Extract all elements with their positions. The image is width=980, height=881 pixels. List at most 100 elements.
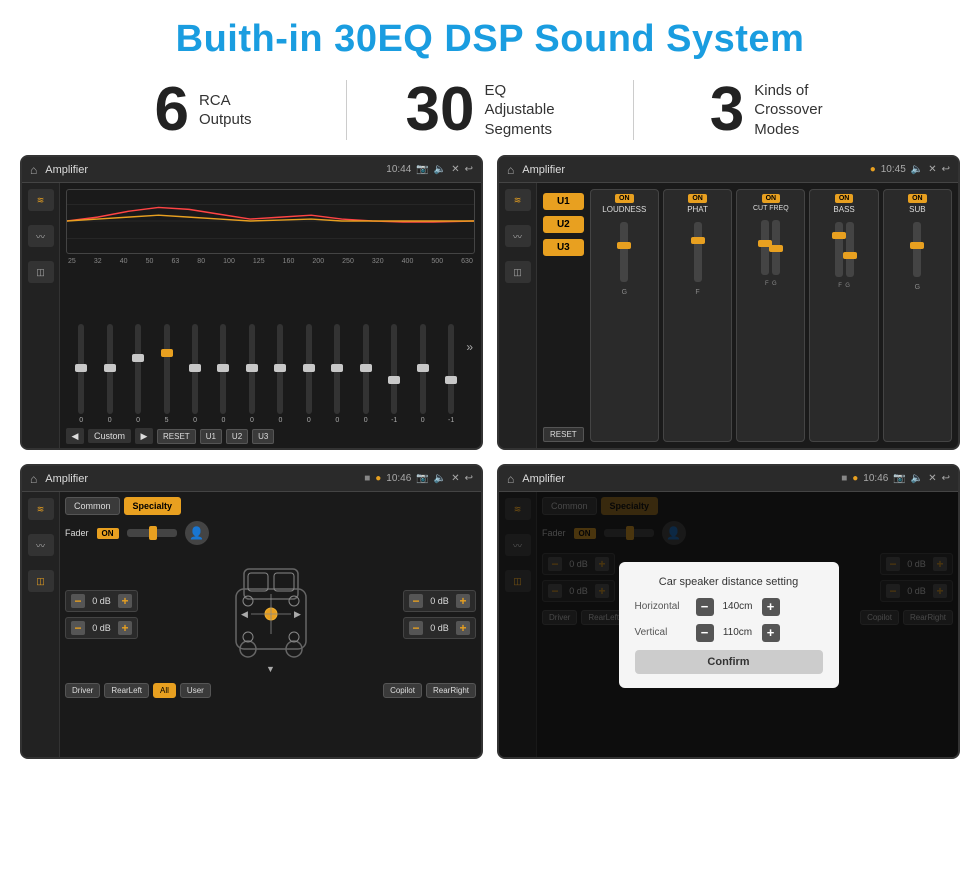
fader-wave-icon[interactable]: 〰 [28,534,54,556]
eq-reset-btn[interactable]: RESET [157,429,196,444]
u3-button[interactable]: U3 [543,239,584,256]
vertical-value: 110cm [718,627,758,638]
db-minus-2[interactable]: − [71,621,85,635]
fader-left-db: − 0 dB + − 0 dB + [65,549,138,679]
crossover-wave-icon[interactable]: 〰 [505,225,531,247]
fader-eq-icon[interactable]: ≋ [28,498,54,520]
eq-slider-5[interactable]: 0 [182,324,208,424]
eq-icon[interactable]: ≋ [28,189,54,211]
crossover-reset-btn[interactable]: RESET [543,427,584,442]
fader-on-badge: ON [97,528,119,539]
fader-copilot-btn[interactable]: Copilot [383,683,422,698]
eq-slider-12[interactable]: -1 [381,324,407,424]
eq-u3-btn[interactable]: U3 [252,429,274,444]
eq-slider-11[interactable]: 0 [353,324,379,424]
fader-rearleft-btn[interactable]: RearLeft [104,683,149,698]
fader-all-btn[interactable]: All [153,683,176,698]
fader-slider-h[interactable] [127,529,177,537]
fader-dot1: ■ [364,473,370,484]
eq-slider-3[interactable]: 0 [125,324,151,424]
vertical-plus-btn[interactable]: + [762,624,780,642]
eq-slider-2[interactable]: 0 [96,324,122,424]
crossover-speaker-icon[interactable]: ◫ [505,261,531,283]
freq-32: 32 [94,258,102,265]
u2-button[interactable]: U2 [543,216,584,233]
eq-prev-btn[interactable]: ◀ [66,428,84,444]
fader-tab-specialty[interactable]: Specialty [124,497,182,515]
bass-slider1[interactable] [835,222,843,277]
eq-slider-1[interactable]: 0 [68,324,94,424]
db-minus-4[interactable]: − [409,621,423,635]
eq-slider-14[interactable]: -1 [438,324,464,424]
db-minus-3[interactable]: − [409,594,423,608]
phat-slider1[interactable] [694,222,702,282]
fader-profile-icon[interactable]: 👤 [185,521,209,545]
eq-slider-13[interactable]: 0 [409,324,435,424]
eq-u1-btn[interactable]: U1 [200,429,222,444]
db-value-1: 0 dB [89,596,114,606]
bass-title: BASS [833,205,854,214]
dialog-camera: 📷 [893,473,905,484]
wave-icon[interactable]: 〰 [28,225,54,247]
db-plus-1[interactable]: + [118,594,132,608]
svg-text:▶: ▶ [294,609,301,619]
crossover-home-icon[interactable]: ⌂ [507,163,514,177]
fader-user-btn[interactable]: User [180,683,211,698]
confirm-button[interactable]: Confirm [635,650,823,674]
db-plus-2[interactable]: + [118,621,132,635]
dialog-home-icon[interactable]: ⌂ [507,472,514,486]
fader-rearright-btn[interactable]: RearRight [426,683,476,698]
eq-u2-btn[interactable]: U2 [226,429,248,444]
db-minus-1[interactable]: − [71,594,85,608]
eq-slider-6[interactable]: 0 [210,324,236,424]
crossover-close[interactable]: ✕ [928,164,936,175]
fader-tab-common[interactable]: Common [65,497,120,515]
eq-play-btn[interactable]: ▶ [135,428,153,444]
sub-slider1[interactable] [913,222,921,277]
bass-slider2[interactable] [846,222,854,277]
eq-slider-8[interactable]: 0 [267,324,293,424]
fader-screen-header: ⌂ Amplifier ■ ● 10:46 📷 🔈 ✕ ↩ [22,466,481,492]
vertical-minus-btn[interactable]: − [696,624,714,642]
close-icon[interactable]: ✕ [451,164,459,175]
dialog-box: Car speaker distance setting Horizontal … [619,562,839,688]
dialog-title: Car speaker distance setting [635,576,823,588]
horizontal-value: 140cm [718,601,758,612]
speaker-icon[interactable]: ◫ [28,261,54,283]
eq-expand-icon[interactable]: » [466,340,473,354]
cutfreq-slider1[interactable] [761,220,769,275]
fader-driver-btn[interactable]: Driver [65,683,100,698]
db-plus-4[interactable]: + [456,621,470,635]
dialog-close[interactable]: ✕ [928,473,936,484]
eq-slider-4[interactable]: 5 [153,324,179,424]
db-control-1: − 0 dB + [65,590,138,612]
dialog-back[interactable]: ↩ [942,473,950,484]
eq-bottom-controls: ◀ Custom ▶ RESET U1 U2 U3 [66,428,475,444]
u1-button[interactable]: U1 [543,193,584,210]
fader-screen-title: Amplifier [45,473,356,485]
dialog-time: 10:46 [863,473,888,484]
home-icon[interactable]: ⌂ [30,163,37,177]
cutfreq-slider2[interactable] [772,220,780,275]
fader-close[interactable]: ✕ [451,473,459,484]
stats-row: 6 RCAOutputs 30 EQ AdjustableSegments 3 … [0,71,980,155]
fader-label: Fader [65,528,89,538]
freq-100: 100 [223,258,235,265]
eq-slider-9[interactable]: 0 [296,324,322,424]
crossover-eq-icon[interactable]: ≋ [505,189,531,211]
dialog-vol: 🔈 [911,473,923,484]
back-icon[interactable]: ↩ [465,164,473,175]
loudness-slider1[interactable] [620,222,628,282]
eq-slider-10[interactable]: 0 [324,324,350,424]
fader-vol: 🔈 [434,473,446,484]
horizontal-plus-btn[interactable]: + [762,598,780,616]
fader-speaker-icon[interactable]: ◫ [28,570,54,592]
horizontal-minus-btn[interactable]: − [696,598,714,616]
horizontal-label: Horizontal [635,601,690,612]
dialog-screen-header: ⌂ Amplifier ■ ● 10:46 📷 🔈 ✕ ↩ [499,466,958,492]
eq-slider-7[interactable]: 0 [239,324,265,424]
fader-back[interactable]: ↩ [465,473,473,484]
crossover-back[interactable]: ↩ [942,164,950,175]
fader-home-icon[interactable]: ⌂ [30,472,37,486]
db-plus-3[interactable]: + [456,594,470,608]
